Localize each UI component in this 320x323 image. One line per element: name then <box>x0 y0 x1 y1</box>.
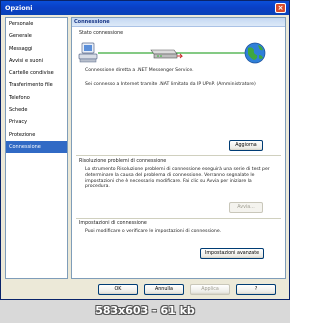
image-caption-bar: 583x603 - 61 kb <box>0 300 290 323</box>
connection-panel: Connessione Stato connessione Connession… <box>71 17 286 279</box>
sidebar-item-schede[interactable]: Schede <box>6 104 67 116</box>
window-title: Opzioni <box>5 4 33 12</box>
separator <box>76 218 281 219</box>
computer-icon <box>78 42 98 63</box>
sidebar-item-generale[interactable]: Generale <box>6 30 67 42</box>
troubleshoot-description: Lo strumento Risoluzione problemi di con… <box>85 167 270 190</box>
globe-icon <box>244 42 266 64</box>
close-button[interactable]: × <box>275 3 286 13</box>
sidebar-item-privacy[interactable]: Privacy <box>6 116 67 128</box>
sidebar-item-messaggi[interactable]: Messaggi <box>6 43 67 55</box>
troubleshoot-section-title: Risoluzione problemi di connessione <box>79 159 167 164</box>
category-list: Personale Generale Messaggi Avvisi e suo… <box>5 17 68 279</box>
title-bar[interactable]: Opzioni × <box>1 1 289 15</box>
sidebar-item-personale[interactable]: Personale <box>6 18 67 30</box>
settings-section-title: Impostazioni di connessione <box>79 221 147 226</box>
separator <box>76 155 281 156</box>
advanced-settings-button[interactable]: Impostazioni avanzate <box>200 248 264 259</box>
sidebar-item-trasferimento[interactable]: Trasferimento file <box>6 79 67 91</box>
options-window: Opzioni × Personale Generale Messaggi Av… <box>0 0 290 300</box>
apply-button[interactable]: Applica <box>190 284 230 295</box>
status-section-title: Stato connessione <box>79 31 124 36</box>
start-troubleshoot-button[interactable]: Avvia... <box>229 202 263 213</box>
sidebar-item-protezione[interactable]: Protezione <box>6 129 67 141</box>
router-icon <box>150 49 184 59</box>
help-button[interactable]: ? <box>236 284 276 295</box>
sidebar-item-connessione[interactable]: Connessione <box>6 140 67 154</box>
refresh-button[interactable]: Aggiorna <box>229 140 263 151</box>
sidebar-item-avvisi[interactable]: Avvisi e suoni <box>6 55 67 67</box>
settings-description: Puoi modificare o verificare le impostaz… <box>85 229 222 234</box>
sidebar-item-cartelle[interactable]: Cartelle condivise <box>6 67 67 79</box>
panel-title: Connessione <box>72 18 285 27</box>
image-caption: 583x603 - 61 kb <box>95 304 195 317</box>
cancel-button[interactable]: Annulla <box>144 284 184 295</box>
ok-button[interactable]: OK <box>98 284 138 295</box>
network-diagram <box>78 42 266 64</box>
sidebar-item-telefono[interactable]: Telefono <box>6 92 67 104</box>
nat-connection-text: Sei connesso a Internet tramite .NAT lim… <box>85 82 256 87</box>
direct-connection-text: Connessione diretta a .NET Messenger Ser… <box>85 68 194 73</box>
